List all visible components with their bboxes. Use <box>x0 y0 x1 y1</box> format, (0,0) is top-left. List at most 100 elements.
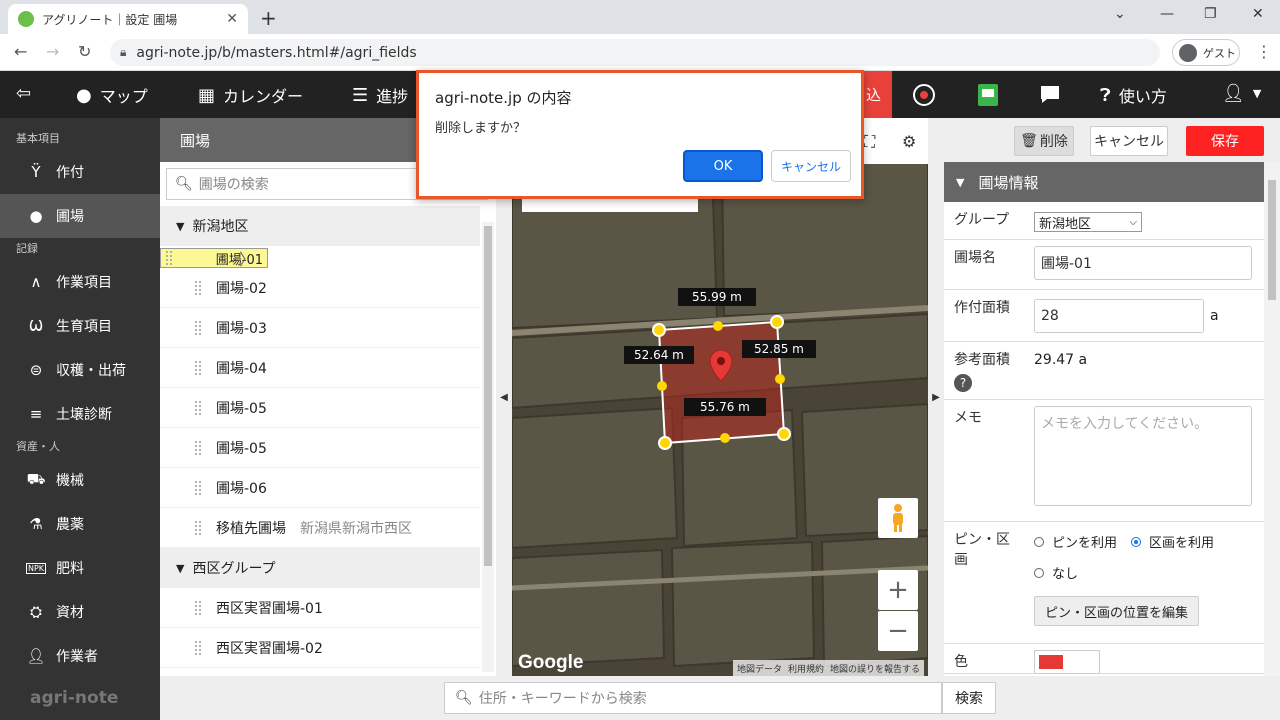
dialog-cancel-button[interactable]: キャンセル <box>771 150 851 182</box>
drag-handle-icon[interactable] <box>194 319 202 336</box>
drag-handle-icon[interactable] <box>194 399 202 416</box>
help-icon[interactable]: ? <box>954 374 972 392</box>
nav-red-tab[interactable]: 込 <box>862 71 892 118</box>
radio-pin[interactable] <box>1034 536 1044 547</box>
user-menu[interactable]: 👤︎ ▼ <box>1222 83 1261 104</box>
group-select[interactable]: 新潟地区 ⌵ <box>1034 212 1142 232</box>
color-picker[interactable] <box>1034 650 1100 674</box>
field-name: 圃場-04 <box>216 360 267 377</box>
field-list-scrollbar[interactable] <box>482 222 494 672</box>
close-window-icon[interactable]: ✕ <box>1252 6 1264 22</box>
collapse-right-handle[interactable]: ▶ <box>928 118 944 676</box>
nav-help[interactable]: ❓︎ 使い方 <box>1100 83 1167 107</box>
fullscreen-icon[interactable]: ⛶ <box>864 132 875 152</box>
drag-handle-icon[interactable] <box>194 519 202 536</box>
drag-handle-icon[interactable] <box>194 279 202 296</box>
save-button[interactable]: 保存 <box>1186 126 1264 156</box>
restore-icon[interactable]: ❐ <box>1204 6 1217 22</box>
label-pin: ピン・区画 <box>954 532 1010 568</box>
sidebar-item-machine[interactable]: ⛟ 機械 <box>0 458 160 502</box>
menu-collapse-icon[interactable]: ⇦ <box>16 83 39 104</box>
sidebar-item-label: 作業者 <box>56 649 98 665</box>
dialog-ok-button[interactable]: OK <box>683 150 763 182</box>
caret-down-icon: ▼ <box>956 175 965 189</box>
radio-section[interactable] <box>1131 536 1142 547</box>
field-name-input[interactable]: 圃場-01 <box>1034 246 1252 280</box>
memo-textarea[interactable]: メモを入力してください。 <box>1034 406 1252 506</box>
sidebar-item-growth[interactable]: Ѡ 生育項目 <box>0 304 160 348</box>
zoom-in-button[interactable]: + <box>878 570 918 610</box>
back-icon[interactable]: ← <box>14 42 27 61</box>
delete-button[interactable]: 🗑︎ 削除 <box>1014 126 1074 156</box>
measure-bottom: 55.76 m <box>684 398 766 416</box>
drag-handle-icon[interactable] <box>165 250 173 266</box>
reload-icon[interactable]: ↻ <box>78 42 91 61</box>
sidebar-item-work[interactable]: ∧ 作業項目 <box>0 260 160 304</box>
edit-pin-button[interactable]: ピン・区画の位置を編集 <box>1034 596 1200 626</box>
field-name: 西区実習圃場-02 <box>216 640 323 657</box>
chevron-down-icon[interactable]: ⌄ <box>1114 6 1126 22</box>
field-name: 圃場-02 <box>216 280 267 297</box>
map-view[interactable]: ⛶ ⚙ 55.99 m 52.64 m 52.85 m 55.76 m + − … <box>512 118 928 676</box>
sidebar-item-worker[interactable]: 👤︎ 作業者 <box>0 634 160 678</box>
sidebar-item-pesticide[interactable]: ⚗ 農薬 <box>0 502 160 546</box>
sidebar-item-harvest[interactable]: ⊜ 収穫・出荷 <box>0 348 160 392</box>
more-menu-icon[interactable]: ⋮ <box>1256 42 1272 61</box>
sidebar-item-label: 肥料 <box>56 561 84 577</box>
close-tab-icon[interactable]: ✕ <box>226 11 238 27</box>
field-info-scrollbar[interactable] <box>1264 162 1280 676</box>
map-data-link[interactable]: 地図データ <box>737 662 782 675</box>
nav-progress[interactable]: ☰ 進捗 <box>352 83 408 107</box>
sidebar-item-fertilizer[interactable]: NPK 肥料 <box>0 546 160 590</box>
minimize-icon[interactable]: — <box>1160 6 1174 22</box>
flask-icon: ⚗ <box>29 515 43 533</box>
drag-handle-icon[interactable] <box>194 639 202 656</box>
area-input[interactable]: 28 <box>1034 298 1204 333</box>
field-list-item[interactable]: 西区実習圃場-02 <box>160 628 480 668</box>
forward-icon[interactable]: → <box>46 42 59 61</box>
terms-link[interactable]: 利用規約 <box>788 662 824 675</box>
sidebar-item-material[interactable]: ⛭ 資材 <box>0 590 160 634</box>
field-list-item[interactable]: 圃場-05 <box>160 428 480 468</box>
field-list-item[interactable]: 圃場-01 〉 <box>160 248 268 269</box>
radio-none[interactable] <box>1034 567 1044 578</box>
profile-button[interactable]: ゲスト <box>1172 39 1240 66</box>
scrollbar-thumb[interactable] <box>1268 180 1276 300</box>
field-list-item[interactable]: 圃場-03 <box>160 308 480 348</box>
drag-handle-icon[interactable] <box>194 439 202 456</box>
notebook-icon[interactable] <box>976 83 1000 107</box>
field-list-item[interactable]: 圃場-02 <box>160 268 480 308</box>
collapse-left-handle[interactable]: ◀ <box>496 118 512 676</box>
drag-handle-icon[interactable] <box>194 479 202 496</box>
field-list-item[interactable]: 圃場-06 <box>160 468 480 508</box>
sidebar-item-crop[interactable]: Ÿ 作付 <box>0 150 160 194</box>
group-header[interactable]: ▼ 新潟地区 <box>160 206 480 246</box>
report-error-link[interactable]: 地図の誤りを報告する <box>830 662 920 675</box>
gear-icon[interactable]: ⚙ <box>902 132 916 151</box>
field-list-item[interactable]: 西区実習圃場-01 <box>160 588 480 628</box>
message-icon[interactable] <box>1038 83 1062 107</box>
scrollbar-thumb[interactable] <box>484 226 492 566</box>
sidebar-item-soil[interactable]: ≡ 土壌診断 <box>0 392 160 436</box>
field-list-item[interactable]: 圃場-05 <box>160 388 480 428</box>
chat-bubble-icon[interactable] <box>912 83 936 107</box>
street-view-pegman[interactable] <box>878 498 918 538</box>
zoom-out-button[interactable]: − <box>878 611 918 651</box>
cancel-button[interactable]: キャンセル <box>1090 126 1168 156</box>
group-header[interactable]: ▼ 西区グループ <box>160 548 480 588</box>
new-tab-icon[interactable]: + <box>260 6 277 30</box>
nav-calendar[interactable]: ▦ カレンダー <box>198 83 303 107</box>
url-bar[interactable]: 🔒︎ agri-note.jp/b/masters.html#/agri_fie… <box>110 39 1160 66</box>
nav-map[interactable]: ● マップ <box>76 83 148 107</box>
sidebar: 基本項目 Ÿ 作付 ● 圃場 記録 ∧ 作業項目 Ѡ 生育項目 ⊜ 収穫・出荷 ≡ 土壌診断… <box>0 118 160 720</box>
growth-icon: Ѡ <box>28 317 43 335</box>
sidebar-item-field[interactable]: ● 圃場 <box>0 194 160 238</box>
address-search-button[interactable]: 検索 <box>942 682 996 714</box>
browser-tab[interactable]: アグリノート｜設定 圃場 ✕ <box>8 4 248 34</box>
drag-handle-icon[interactable] <box>194 359 202 376</box>
field-info-header[interactable]: ▼ 圃場情報 <box>944 162 1280 202</box>
field-list-item[interactable]: 移植先圃場 新潟県新潟市西区 <box>160 508 480 548</box>
drag-handle-icon[interactable] <box>194 599 202 616</box>
address-search-input[interactable]: 🔍︎ 住所・キーワードから検索 <box>444 682 942 714</box>
field-list-item[interactable]: 圃場-04 <box>160 348 480 388</box>
